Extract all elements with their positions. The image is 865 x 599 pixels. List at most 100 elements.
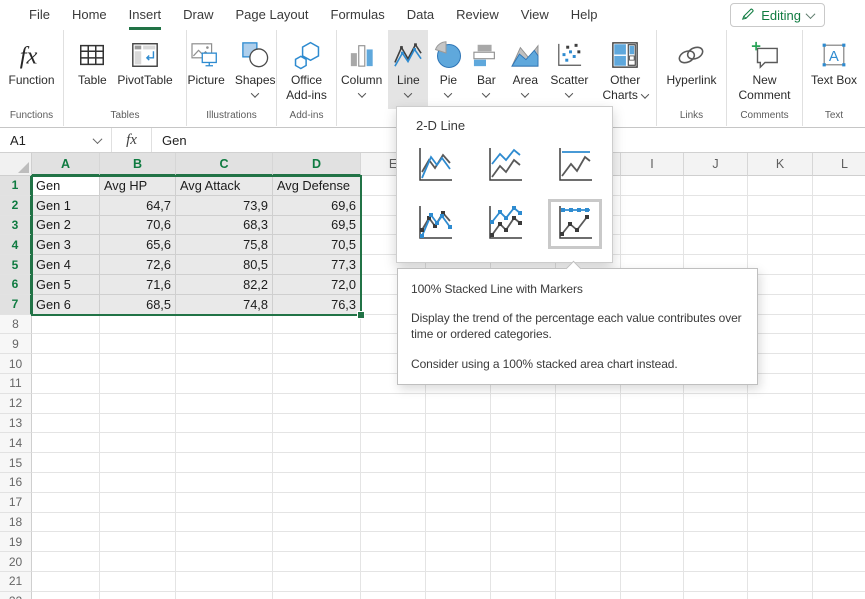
row-header-19[interactable]: 19	[0, 532, 32, 552]
menu-tab-draw[interactable]: Draw	[183, 0, 213, 30]
row-header-20[interactable]: 20	[0, 552, 32, 572]
cell-L18[interactable]	[813, 513, 865, 533]
cell-L13[interactable]	[813, 414, 865, 434]
col-header-L[interactable]: L	[813, 153, 865, 176]
cell-D21[interactable]	[273, 572, 361, 592]
editing-mode-button[interactable]: Editing	[730, 3, 825, 27]
cell-A5[interactable]: Gen 4	[32, 255, 100, 275]
cell-C2[interactable]: 73,9	[176, 196, 273, 216]
cell-L14[interactable]	[813, 433, 865, 453]
chart-type-100-stacked-line[interactable]	[548, 141, 602, 191]
cell-I22[interactable]	[621, 592, 684, 599]
cell-I14[interactable]	[621, 433, 684, 453]
cell-L7[interactable]	[813, 295, 865, 315]
cell-B8[interactable]	[100, 315, 176, 335]
cell-B17[interactable]	[100, 493, 176, 513]
cell-E18[interactable]	[361, 513, 426, 533]
cell-J17[interactable]	[684, 493, 748, 513]
cell-A22[interactable]	[32, 592, 100, 599]
cell-C8[interactable]	[176, 315, 273, 335]
cell-K21[interactable]	[748, 572, 813, 592]
name-box[interactable]: A1	[0, 128, 112, 152]
cell-G16[interactable]	[491, 473, 556, 493]
cell-D11[interactable]	[273, 374, 361, 394]
cell-D12[interactable]	[273, 394, 361, 414]
cell-J19[interactable]	[684, 532, 748, 552]
chart-type-stacked-line[interactable]	[478, 141, 532, 191]
cell-D18[interactable]	[273, 513, 361, 533]
cell-C13[interactable]	[176, 414, 273, 434]
cell-B1[interactable]: Avg HP	[100, 176, 176, 196]
cell-H20[interactable]	[556, 552, 621, 572]
cell-H16[interactable]	[556, 473, 621, 493]
cell-L11[interactable]	[813, 374, 865, 394]
cell-L21[interactable]	[813, 572, 865, 592]
cell-A1[interactable]: Gen	[32, 176, 100, 196]
col-header-C[interactable]: C	[176, 153, 273, 176]
cell-K17[interactable]	[748, 493, 813, 513]
chart-type-100-stacked-line-with-markers[interactable]	[548, 199, 602, 249]
cell-J14[interactable]	[684, 433, 748, 453]
cell-I13[interactable]	[621, 414, 684, 434]
cell-G21[interactable]	[491, 572, 556, 592]
cell-A12[interactable]	[32, 394, 100, 414]
cell-F15[interactable]	[426, 453, 491, 473]
cell-G20[interactable]	[491, 552, 556, 572]
area-button[interactable]: Area	[506, 30, 544, 109]
cell-H18[interactable]	[556, 513, 621, 533]
cell-B7[interactable]: 68,5	[100, 295, 176, 315]
cell-E17[interactable]	[361, 493, 426, 513]
cell-D13[interactable]	[273, 414, 361, 434]
cell-J21[interactable]	[684, 572, 748, 592]
cell-L3[interactable]	[813, 216, 865, 236]
cell-C21[interactable]	[176, 572, 273, 592]
cell-K19[interactable]	[748, 532, 813, 552]
cell-E21[interactable]	[361, 572, 426, 592]
pie-button[interactable]: Pie	[430, 30, 466, 109]
cell-K16[interactable]	[748, 473, 813, 493]
cell-C5[interactable]: 80,5	[176, 255, 273, 275]
other-charts-button[interactable]: Other Charts	[594, 30, 656, 109]
cell-I2[interactable]	[621, 196, 684, 216]
cell-K22[interactable]	[748, 592, 813, 599]
cell-G22[interactable]	[491, 592, 556, 599]
cell-L4[interactable]	[813, 235, 865, 255]
col-header-K[interactable]: K	[748, 153, 813, 176]
row-header-10[interactable]: 10	[0, 354, 32, 374]
menu-tab-review[interactable]: Review	[456, 0, 499, 30]
cell-K15[interactable]	[748, 453, 813, 473]
cell-A6[interactable]: Gen 5	[32, 275, 100, 295]
cell-D6[interactable]: 72,0	[273, 275, 361, 295]
cell-K20[interactable]	[748, 552, 813, 572]
cell-D16[interactable]	[273, 473, 361, 493]
cell-K12[interactable]	[748, 394, 813, 414]
menu-tab-help[interactable]: Help	[571, 0, 598, 30]
new-comment-button[interactable]: New Comment	[732, 30, 798, 109]
cell-C18[interactable]	[176, 513, 273, 533]
cell-J15[interactable]	[684, 453, 748, 473]
cell-C1[interactable]: Avg Attack	[176, 176, 273, 196]
cell-C15[interactable]	[176, 453, 273, 473]
cell-K18[interactable]	[748, 513, 813, 533]
cell-H14[interactable]	[556, 433, 621, 453]
cell-A8[interactable]	[32, 315, 100, 335]
cell-H17[interactable]	[556, 493, 621, 513]
select-all-corner[interactable]	[0, 153, 32, 176]
cell-I19[interactable]	[621, 532, 684, 552]
menu-tab-view[interactable]: View	[521, 0, 549, 30]
row-header-7[interactable]: 7	[0, 295, 32, 315]
cell-B15[interactable]	[100, 453, 176, 473]
cell-J2[interactable]	[684, 196, 748, 216]
cell-F19[interactable]	[426, 532, 491, 552]
cell-B14[interactable]	[100, 433, 176, 453]
cell-A17[interactable]	[32, 493, 100, 513]
cell-F21[interactable]	[426, 572, 491, 592]
cell-G19[interactable]	[491, 532, 556, 552]
cell-D17[interactable]	[273, 493, 361, 513]
cell-C19[interactable]	[176, 532, 273, 552]
cell-A20[interactable]	[32, 552, 100, 572]
menu-tab-page-layout[interactable]: Page Layout	[236, 0, 309, 30]
cell-J13[interactable]	[684, 414, 748, 434]
cell-H13[interactable]	[556, 414, 621, 434]
col-header-J[interactable]: J	[684, 153, 748, 176]
